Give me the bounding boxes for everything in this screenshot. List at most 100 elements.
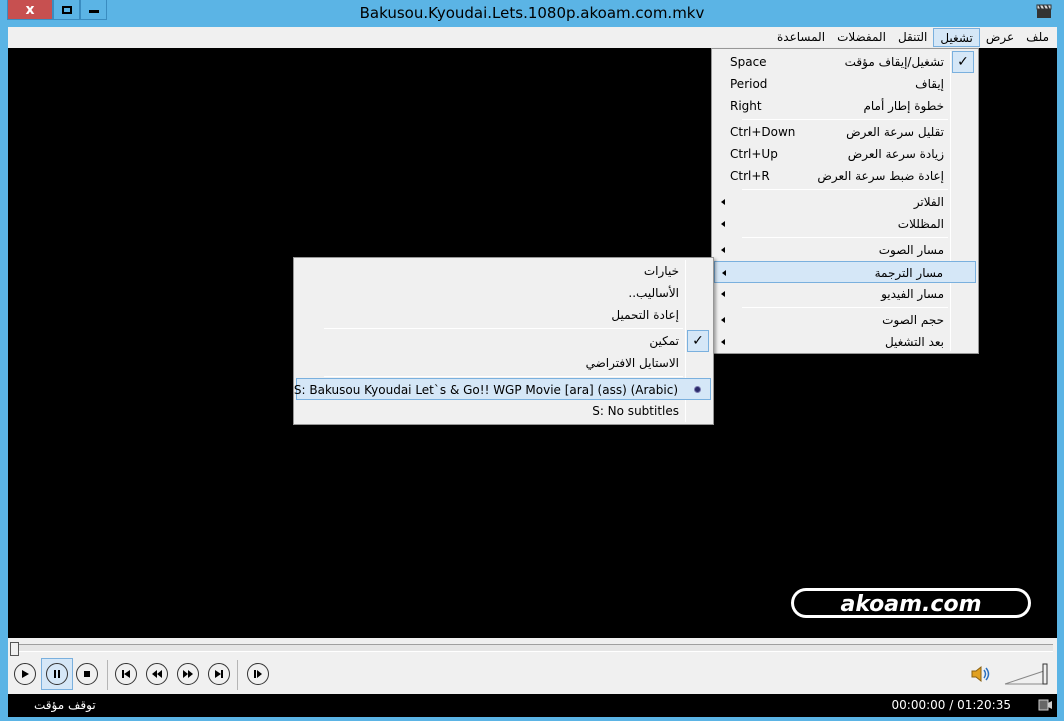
menu-view[interactable]: عرض xyxy=(980,28,1020,47)
menu-item-label: تمكين xyxy=(649,334,679,348)
menu-item-after-playback[interactable]: بعد التشغيل xyxy=(714,331,976,353)
menu-separator xyxy=(742,189,948,190)
fast-forward-icon xyxy=(183,670,193,678)
menu-item-label: إعادة التحميل xyxy=(611,308,679,322)
rewind-button[interactable] xyxy=(146,663,168,685)
menu-item-increase-rate[interactable]: زيادة سرعة العرض Ctrl+Up xyxy=(714,143,976,165)
menu-bar: ملف عرض تشغيل التنقل المفضلات المساعدة xyxy=(8,27,1057,48)
menu-item-label: حجم الصوت xyxy=(882,313,944,327)
menu-item-label: المظللات xyxy=(897,217,944,231)
watermark-logo: akoam.com xyxy=(791,588,1031,618)
menu-item-label: الفلاتر xyxy=(913,195,944,209)
volume-slider[interactable] xyxy=(1003,662,1051,686)
play-icon xyxy=(22,670,29,678)
window-title: Bakusou.Kyoudai.Lets.1080p.akoam.com.mkv xyxy=(359,4,705,22)
menu-item-play-pause[interactable]: ✓ تشغيل/إيقاف مؤقت Space xyxy=(714,51,976,73)
title-bar[interactable]: x Bakusou.Kyoudai.Lets.1080p.akoam.com.m… xyxy=(0,0,1064,26)
menu-item-label: الأساليب.. xyxy=(628,286,679,300)
menu-item-filters[interactable]: الفلاتر xyxy=(714,191,976,213)
submenu-arrow-icon xyxy=(721,247,725,253)
menu-item-styles[interactable]: الأساليب.. xyxy=(296,282,711,304)
menu-item-decrease-rate[interactable]: تقليل سرعة العرض Ctrl+Down xyxy=(714,121,976,143)
playback-state: توقف مؤقت xyxy=(34,698,96,712)
fast-forward-button[interactable] xyxy=(177,663,199,685)
frame-step-icon xyxy=(254,670,262,678)
menu-file[interactable]: ملف xyxy=(1020,28,1055,47)
play-menu: ✓ تشغيل/إيقاف مؤقت Space إيقاف Period خط… xyxy=(711,48,979,354)
menu-item-reload[interactable]: إعادة التحميل xyxy=(296,304,711,326)
menu-item-label: S: No subtitles xyxy=(592,404,679,418)
menu-play[interactable]: تشغيل xyxy=(933,28,980,47)
menu-item-subtitle-track[interactable]: مسار الترجمة xyxy=(714,261,976,283)
menu-item-shortcut: Ctrl+Down xyxy=(730,125,796,139)
menu-separator xyxy=(324,376,683,377)
submenu-arrow-icon xyxy=(721,339,725,345)
menu-item-shortcut: Space xyxy=(730,55,767,69)
pause-icon xyxy=(54,670,60,678)
menu-item-label: خطوة إطار أمام xyxy=(863,99,944,113)
skip-forward-icon xyxy=(215,670,223,678)
status-bar: توقف مؤقت 00:00:00 / 01:20:35 xyxy=(8,694,1057,717)
menu-favorites[interactable]: المفضلات xyxy=(831,28,892,47)
controls-bar xyxy=(8,638,1057,694)
menu-item-frame-step[interactable]: خطوة إطار أمام Right xyxy=(714,95,976,117)
menu-item-shortcut: Right xyxy=(730,99,762,113)
menu-item-no-subtitles[interactable]: S: No subtitles xyxy=(296,400,711,422)
menu-item-subtitle-arabic[interactable]: S: Bakusou Kyoudai Let`s & Go!! WGP Movi… xyxy=(293,378,711,400)
frame-step-button[interactable] xyxy=(247,663,269,685)
menu-item-label: تشغيل/إيقاف مؤقت xyxy=(844,55,944,69)
menu-item-shortcut: Period xyxy=(730,77,768,91)
menu-item-label: إيقاف xyxy=(915,77,944,91)
menu-item-default-style[interactable]: الاستايل الافتراضي xyxy=(296,352,711,374)
speaker-icon[interactable] xyxy=(970,664,992,684)
submenu-arrow-icon xyxy=(721,317,725,323)
menu-item-reset-rate[interactable]: إعادة ضبط سرعة العرض Ctrl+R xyxy=(714,165,976,187)
time-display: 00:00:00 / 01:20:35 xyxy=(891,698,1011,712)
menu-item-video-track[interactable]: مسار الفيديو xyxy=(714,283,976,305)
menu-item-label: زيادة سرعة العرض xyxy=(847,147,944,161)
player-window: x Bakusou.Kyoudai.Lets.1080p.akoam.com.m… xyxy=(0,0,1064,721)
next-button[interactable] xyxy=(208,663,230,685)
pause-button[interactable] xyxy=(46,663,68,685)
menu-item-volume[interactable]: حجم الصوت xyxy=(714,309,976,331)
menu-item-label: تقليل سرعة العرض xyxy=(846,125,944,139)
seek-thumb[interactable] xyxy=(10,642,19,656)
menu-item-enable[interactable]: ✓ تمكين xyxy=(296,330,711,352)
seek-bar[interactable] xyxy=(12,644,1053,652)
menu-item-stop[interactable]: إيقاف Period xyxy=(714,73,976,95)
watermark-text: akoam.com xyxy=(840,592,981,617)
menu-item-label: إعادة ضبط سرعة العرض xyxy=(817,169,944,183)
menu-help[interactable]: المساعدة xyxy=(771,28,831,47)
previous-button[interactable] xyxy=(115,663,137,685)
skip-back-icon xyxy=(122,670,130,678)
menu-item-label: الاستايل الافتراضي xyxy=(585,356,679,370)
menu-separator xyxy=(324,328,683,329)
submenu-arrow-icon xyxy=(722,270,726,276)
menu-item-options[interactable]: خيارات xyxy=(296,260,711,282)
subtitle-track-submenu: خيارات الأساليب.. إعادة التحميل ✓ تمكين … xyxy=(293,257,714,425)
rewind-icon xyxy=(152,670,162,678)
menu-item-shaders[interactable]: المظللات xyxy=(714,213,976,235)
menu-item-label: خيارات xyxy=(643,264,679,278)
submenu-arrow-icon xyxy=(721,199,725,205)
play-button[interactable] xyxy=(14,663,36,685)
menu-item-label: مسار الترجمة xyxy=(874,266,943,280)
clapperboard-icon xyxy=(1036,4,1052,18)
stop-icon xyxy=(84,671,90,677)
menu-item-label: مسار الصوت xyxy=(878,243,944,257)
menu-item-shortcut: Ctrl+Up xyxy=(730,147,778,161)
menu-item-label: مسار الفيديو xyxy=(881,287,944,301)
menu-navigate[interactable]: التنقل xyxy=(892,28,933,47)
submenu-arrow-icon xyxy=(721,291,725,297)
menu-item-label: S: Bakusou Kyoudai Let`s & Go!! WGP Movi… xyxy=(293,383,678,397)
menu-item-audio-track[interactable]: مسار الصوت xyxy=(714,239,976,261)
menu-item-shortcut: Ctrl+R xyxy=(730,169,770,183)
check-icon: ✓ xyxy=(687,330,709,352)
separator xyxy=(107,660,108,690)
menu-item-label: بعد التشغيل xyxy=(884,335,944,349)
submenu-arrow-icon xyxy=(721,221,725,227)
stop-button[interactable] xyxy=(76,663,98,685)
menu-separator xyxy=(742,237,948,238)
radio-dot-icon xyxy=(693,385,701,393)
menu-separator xyxy=(742,119,948,120)
